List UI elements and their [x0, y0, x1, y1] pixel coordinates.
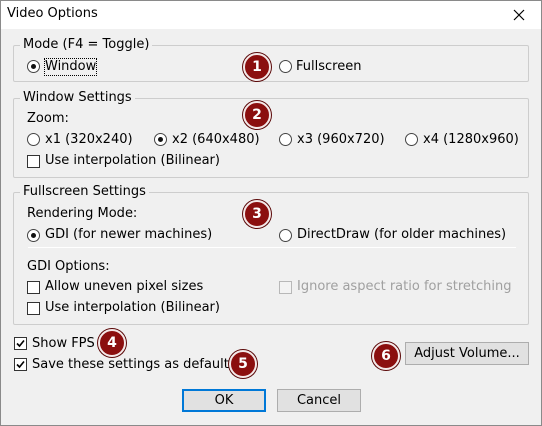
adjust-volume-label: Adjust Volume...	[414, 346, 520, 361]
checkmark-icon	[16, 339, 25, 348]
annotation-badge-3: 3	[243, 200, 271, 228]
fullscreen-mode-radio[interactable]	[279, 60, 292, 73]
ignore-aspect-checkbox[interactable]	[279, 281, 292, 294]
show-fps-checkbox[interactable]	[14, 337, 27, 350]
annotation-badge-2: 2	[243, 101, 271, 129]
zoom-x1-label[interactable]: x1 (320x240)	[45, 132, 133, 148]
show-fps-label[interactable]: Show FPS	[32, 336, 95, 352]
gdi-label[interactable]: GDI (for newer machines)	[45, 227, 212, 243]
checkmark-icon	[16, 360, 25, 369]
zoom-x4-label[interactable]: x4 (1280x960)	[423, 132, 519, 148]
fullscreen-settings-legend: Fullscreen Settings	[20, 184, 149, 200]
fullscreen-settings-group: Fullscreen Settings Rendering Mode: GDI …	[13, 184, 529, 325]
annotation-badge-1: 1	[243, 53, 271, 81]
ignore-aspect-label[interactable]: Ignore aspect ratio for stretching	[297, 279, 511, 295]
fullscreen-divider	[28, 247, 516, 248]
mode-group: Mode (F4 = Toggle) Window Fullscreen	[13, 37, 529, 82]
cancel-label: Cancel	[296, 393, 342, 408]
gdi-radio[interactable]	[27, 229, 40, 242]
title-bar: Video Options	[1, 1, 541, 29]
video-options-dialog: Video Options Mode (F4 = Toggle) Window …	[0, 0, 542, 426]
window-settings-legend: Window Settings	[20, 90, 135, 106]
zoom-x2-radio[interactable]	[154, 133, 167, 146]
window-settings-group: Window Settings Zoom: x1 (320x240) x2 (6…	[13, 90, 529, 178]
close-icon	[513, 9, 525, 21]
zoom-x3-radio[interactable]	[279, 133, 292, 146]
fullscreen-mode-label[interactable]: Fullscreen	[296, 59, 361, 75]
window-mode-radio[interactable]	[27, 60, 40, 73]
rendering-mode-label: Rendering Mode:	[27, 206, 138, 221]
save-default-label[interactable]: Save these settings as default	[32, 357, 229, 373]
zoom-label: Zoom:	[27, 111, 69, 126]
cancel-button[interactable]: Cancel	[277, 389, 361, 412]
zoom-x3-label[interactable]: x3 (960x720)	[297, 132, 385, 148]
zoom-x2-label[interactable]: x2 (640x480)	[172, 132, 260, 148]
window-interpolation-checkbox[interactable]	[27, 155, 40, 168]
annotation-badge-4: 4	[98, 329, 126, 357]
window-interpolation-label[interactable]: Use interpolation (Bilinear)	[45, 153, 220, 169]
zoom-x1-radio[interactable]	[27, 133, 40, 146]
mode-legend: Mode (F4 = Toggle)	[20, 37, 153, 53]
zoom-x4-radio[interactable]	[405, 133, 418, 146]
annotation-badge-6: 6	[372, 342, 400, 370]
directdraw-radio[interactable]	[279, 229, 292, 242]
save-default-checkbox[interactable]	[14, 358, 27, 371]
annotation-badge-5: 5	[229, 350, 257, 378]
adjust-volume-button[interactable]: Adjust Volume...	[405, 342, 529, 365]
window-mode-label[interactable]: Window	[43, 58, 98, 76]
fullscreen-interpolation-checkbox[interactable]	[27, 302, 40, 315]
uneven-pixels-label[interactable]: Allow uneven pixel sizes	[45, 279, 203, 295]
ok-label: OK	[214, 393, 234, 408]
fullscreen-interpolation-label[interactable]: Use interpolation (Bilinear)	[45, 300, 220, 316]
gdi-options-label: GDI Options:	[27, 259, 110, 274]
directdraw-label[interactable]: DirectDraw (for older machines)	[297, 227, 506, 243]
window-title: Video Options	[7, 6, 98, 21]
uneven-pixels-checkbox[interactable]	[27, 281, 40, 294]
close-button[interactable]	[497, 1, 541, 29]
ok-button[interactable]: OK	[182, 389, 266, 412]
